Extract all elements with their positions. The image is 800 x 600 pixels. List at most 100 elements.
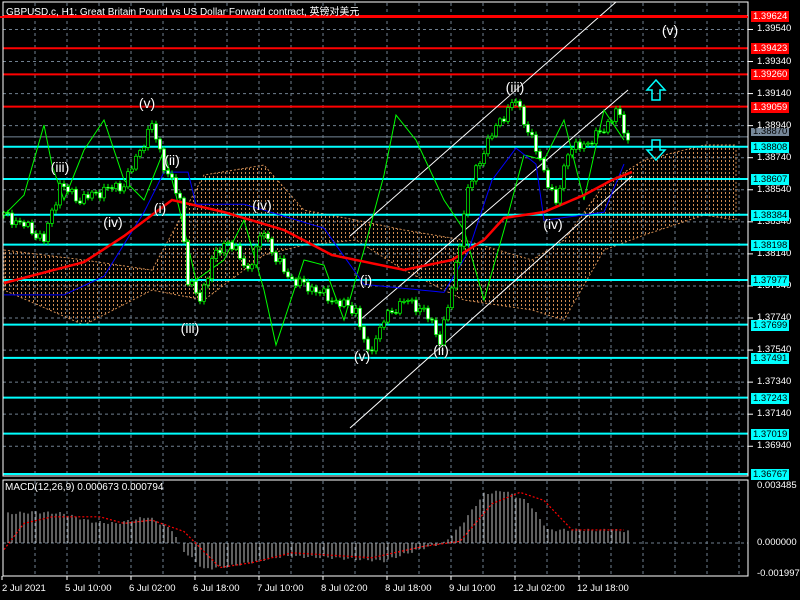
bull-candle	[298, 278, 302, 287]
bear-candle	[330, 300, 334, 303]
bear-candle	[502, 118, 506, 122]
cloud-area	[3, 144, 737, 326]
bear-candle	[390, 310, 394, 313]
bear-candle	[158, 138, 162, 150]
bear-candle	[394, 312, 398, 314]
bull-candle	[114, 182, 118, 189]
bull-candle	[610, 121, 614, 123]
macd-axis-label: 0.003485	[757, 480, 797, 491]
bull-candle	[482, 153, 486, 164]
bull-candle	[422, 307, 426, 310]
bear-candle	[358, 307, 362, 328]
bear-candle	[170, 173, 174, 178]
bear-candle	[154, 123, 158, 140]
bear-candle	[74, 188, 78, 202]
chart-title: GBPUSD.c, H1: Great Britain Pound vs US …	[6, 7, 360, 18]
time-axis-label: 12 Jul 18:00	[577, 583, 629, 594]
bull-candle	[90, 191, 94, 199]
bear-candle	[362, 326, 366, 340]
support-price-label: 1.37977	[751, 275, 790, 286]
price-chart[interactable]	[0, 0, 800, 600]
bear-candle	[34, 233, 38, 239]
channel-upper-line[interactable]	[349, 1, 617, 237]
time-axis-label: 6 Jul 02:00	[129, 583, 176, 594]
bear-candle	[622, 114, 626, 134]
bull-candle	[418, 308, 422, 313]
bear-candle	[294, 278, 298, 287]
bull-candle	[466, 187, 470, 215]
macd-frame	[2, 479, 749, 577]
bull-candle	[14, 220, 18, 226]
bear-candle	[230, 241, 234, 250]
bear-candle	[598, 130, 602, 133]
bull-candle	[190, 281, 194, 286]
bull-candle	[506, 107, 510, 122]
bear-candle	[538, 151, 542, 159]
bear-candle	[370, 349, 374, 352]
price-tick-label: 1.38540	[757, 183, 792, 195]
bear-candle	[186, 241, 190, 286]
bull-candle	[54, 204, 58, 211]
bull-candle	[222, 243, 226, 254]
wave-label: (ii)	[164, 152, 180, 168]
bull-candle	[486, 137, 490, 155]
bear-candle	[290, 276, 294, 280]
time-axis-label: 12 Jul 02:00	[513, 583, 565, 594]
bear-candle	[178, 192, 182, 199]
bull-candle	[406, 300, 410, 302]
wave-label: (ii)	[433, 342, 449, 358]
bull-candle	[262, 233, 266, 237]
time-axis-label: 6 Jul 18:00	[193, 583, 240, 594]
bull-candle	[574, 141, 578, 150]
bear-candle	[318, 291, 322, 294]
bull-candle	[38, 233, 42, 239]
bull-candle	[146, 128, 150, 148]
support-price-label: 1.37243	[751, 392, 790, 404]
bear-candle	[578, 141, 582, 149]
bear-candle	[434, 319, 438, 335]
bear-candle	[338, 300, 342, 307]
bear-candle	[282, 258, 286, 273]
bear-candle	[602, 131, 606, 134]
bear-candle	[94, 191, 98, 194]
wave-label: (iv)	[103, 214, 123, 230]
bear-candle	[554, 189, 558, 204]
bull-candle	[594, 130, 598, 145]
resistance-price-label: 1.39260	[751, 69, 790, 81]
bear-candle	[238, 245, 242, 259]
bull-candle	[494, 125, 498, 137]
bear-candle	[266, 233, 270, 240]
bear-candle	[174, 177, 178, 194]
time-axis-label: 2 Jul 2021	[2, 583, 46, 594]
macd-panel	[3, 490, 748, 570]
bear-candle	[18, 220, 22, 223]
bull-candle	[462, 213, 466, 247]
bull-candle	[614, 108, 618, 122]
bull-candle	[254, 246, 258, 266]
bear-candle	[346, 299, 350, 306]
bear-candle	[590, 142, 594, 145]
bull-candle	[202, 284, 206, 302]
bear-candle	[534, 134, 538, 152]
time-axis-label: 8 Jul 02:00	[321, 583, 368, 594]
bear-candle	[626, 132, 630, 141]
bear-candle	[182, 197, 186, 243]
bull-candle	[514, 100, 518, 104]
wave-label: (iii)	[505, 79, 525, 95]
bear-candle	[414, 299, 418, 313]
bull-candle	[334, 300, 338, 303]
bull-candle	[226, 241, 230, 244]
bear-candle	[106, 186, 110, 189]
bear-candle	[218, 249, 222, 254]
macd-signal-line	[3, 491, 624, 569]
bear-candle	[518, 100, 522, 108]
ichimoku-cloud	[3, 144, 737, 326]
bull-candle	[378, 326, 382, 340]
time-axis-label: 8 Jul 18:00	[385, 583, 432, 594]
bear-candle	[198, 292, 202, 302]
price-tick-label: 1.36940	[757, 440, 792, 452]
bear-candle	[166, 170, 170, 175]
bear-candle	[350, 305, 354, 314]
bear-candle	[542, 158, 546, 171]
resistance-price-label: 1.39624	[751, 11, 790, 22]
